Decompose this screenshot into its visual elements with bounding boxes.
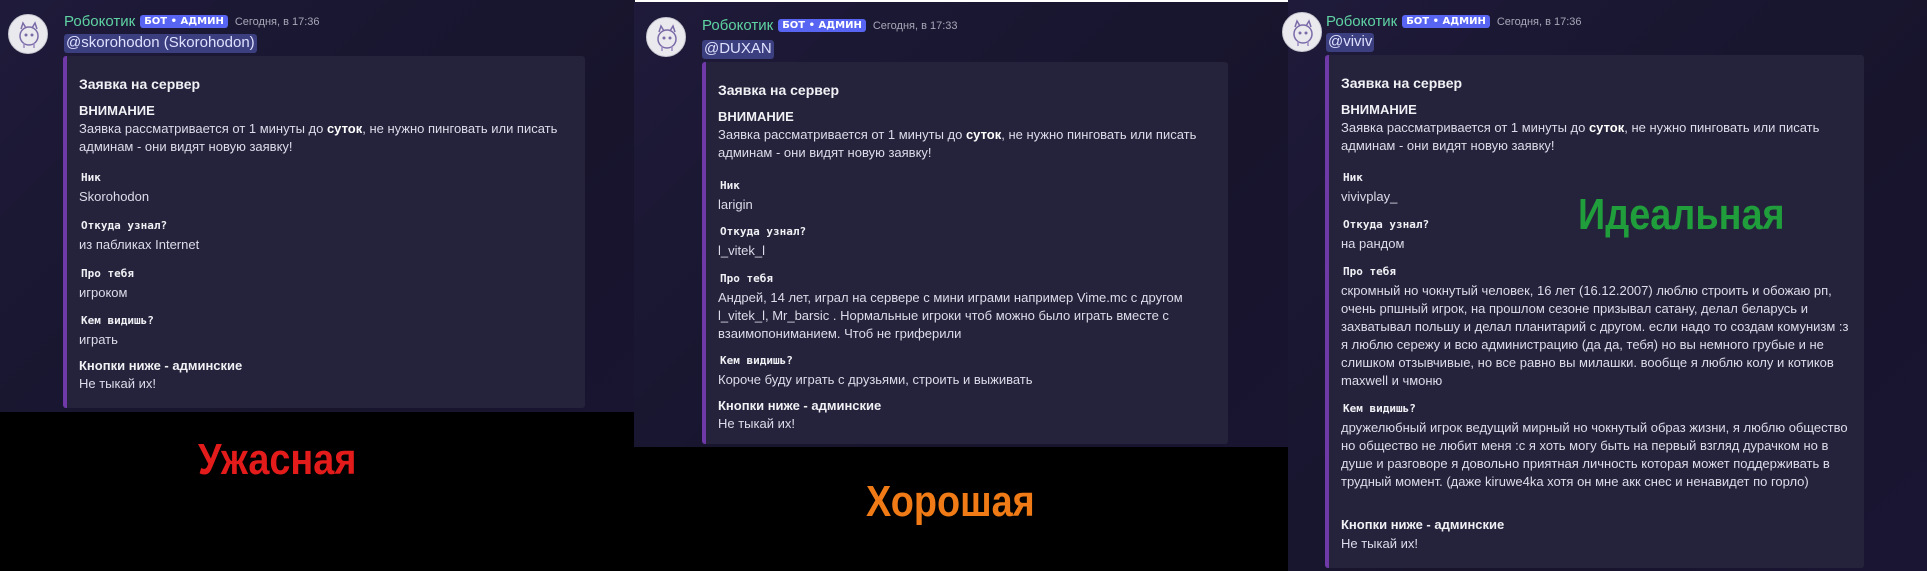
warning-text: Заявка рассматривается от 1 минуты до су… (718, 127, 1197, 160)
field-label-nick: Ник (81, 171, 101, 184)
user-mention[interactable]: @skorohodon (Skorohodon) (64, 34, 257, 53)
message-header: Робокотик БОТ • АДМИН Сегодня, в 17:36 (64, 13, 320, 30)
field-value-role: дружелюбный игрок ведущий мирный но чокн… (1341, 420, 1848, 489)
warning-title: ВНИМАНИЕ (1341, 102, 1417, 117)
field-value-nick: Skorohodon (79, 189, 150, 204)
author-name[interactable]: Робокотик (702, 17, 773, 34)
message-panel-2: Робокотик БОТ • АДМИН Сегодня, в 17:33 @… (634, 2, 1304, 571)
admin-buttons-title: Кнопки ниже - админские (718, 398, 882, 413)
author-name[interactable]: Робокотик (64, 13, 135, 30)
admin-buttons-title: Кнопки ниже - админские (79, 358, 243, 373)
warning-title: ВНИМАНИЕ (718, 109, 794, 124)
field-value-nick: larigin (718, 197, 753, 212)
verdict-label-bad: Ужасная (198, 435, 357, 484)
message-panel-3: Робокотик БОТ • АДМИН Сегодня, в 17:36 @… (1280, 0, 1927, 571)
field-label-about: Про тебя (81, 267, 134, 280)
robot-cat-avatar-icon[interactable] (8, 14, 48, 54)
field-value-about: игроком (79, 285, 128, 300)
field-value-nick: vivivplay_ (1341, 189, 1398, 204)
message-header: Робокотик БОТ • АДМИН Сегодня, в 17:36 (1326, 13, 1582, 30)
bot-admin-badge: БОТ • АДМИН (140, 15, 228, 28)
message-timestamp: Сегодня, в 17:36 (234, 15, 320, 28)
field-label-nick: Ник (720, 179, 740, 192)
field-label-role: Кем видишь? (81, 314, 154, 327)
message-panel-1: Робокотик БОТ • АДМИН Сегодня, в 17:36 @… (0, 0, 635, 571)
admin-buttons-text: Не тыкай их! (1341, 536, 1418, 551)
bot-admin-badge: БОТ • АДМИН (1402, 15, 1490, 28)
field-label-about: Про тебя (720, 272, 773, 285)
field-label-source: Откуда узнал? (81, 219, 168, 232)
bot-admin-badge: БОТ • АДМИН (778, 19, 866, 32)
embed-title: Заявка на сервер (718, 82, 840, 98)
field-value-role: Короче буду играть с друзьями, строить и… (718, 372, 1033, 387)
application-embed: Заявка на сервер ВНИМАНИЕ Заявка рассмат… (1325, 55, 1864, 568)
application-embed: Заявка на сервер ВНИМАНИЕ Заявка рассмат… (702, 62, 1228, 444)
field-value-source: на рандом (1341, 236, 1405, 251)
embed-title: Заявка на сервер (79, 76, 201, 92)
field-label-source: Откуда узнал? (1343, 218, 1430, 231)
application-embed: Заявка на сервер ВНИМАНИЕ Заявка рассмат… (63, 56, 585, 408)
warning-text: Заявка рассматривается от 1 минуты до су… (79, 121, 558, 154)
admin-buttons-title: Кнопки ниже - админские (1341, 517, 1505, 532)
admin-buttons-text: Не тыкай их! (718, 416, 795, 431)
user-mention[interactable]: @DUXAN (702, 40, 774, 59)
field-value-source: l_vitek_l (718, 243, 765, 258)
admin-buttons-text: Не тыкай их! (79, 376, 156, 391)
field-label-role: Кем видишь? (720, 354, 793, 367)
verdict-label-good: Хорошая (866, 477, 1035, 526)
message-header: Робокотик БОТ • АДМИН Сегодня, в 17:33 (702, 17, 958, 34)
verdict-label-ideal: Идеальная (1578, 190, 1785, 239)
warning-title: ВНИМАНИЕ (79, 103, 155, 118)
message-timestamp: Сегодня, в 17:36 (1496, 15, 1582, 28)
field-label-nick: Ник (1343, 171, 1363, 184)
field-value-about: скромный но чокнутый человек, 16 лет (16… (1341, 283, 1849, 388)
user-mention[interactable]: @viviv (1326, 33, 1375, 52)
robot-cat-avatar-icon[interactable] (1282, 12, 1322, 52)
message-timestamp: Сегодня, в 17:33 (872, 19, 958, 32)
robot-cat-avatar-icon[interactable] (646, 17, 686, 57)
author-name[interactable]: Робокотик (1326, 13, 1397, 30)
field-value-about: Андрей, 14 лет, играл на сервере с мини … (718, 290, 1183, 341)
field-label-source: Откуда узнал? (720, 225, 807, 238)
field-label-about: Про тебя (1343, 265, 1396, 278)
embed-title: Заявка на сервер (1341, 75, 1463, 91)
field-value-role: играть (79, 332, 118, 347)
field-value-source: из пабликах Internet (79, 237, 200, 252)
field-label-role: Кем видишь? (1343, 402, 1416, 415)
warning-text: Заявка рассматривается от 1 минуты до су… (1341, 120, 1820, 153)
